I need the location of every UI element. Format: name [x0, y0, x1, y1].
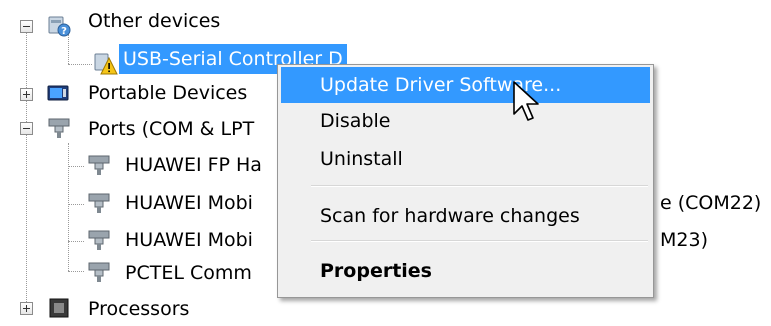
uninstall-menu-item[interactable]: Uninstall [281, 141, 650, 177]
processor-icon [46, 295, 72, 321]
port-icon [86, 227, 112, 253]
tree-connector [68, 166, 84, 167]
port-icon [46, 115, 72, 141]
context-menu: Update Driver Software... Disable Uninst… [277, 64, 654, 298]
tree-connector [26, 26, 27, 314]
category-ports[interactable]: Ports (COM & LPT [84, 114, 258, 144]
tree-connector [68, 34, 69, 64]
port-icon [86, 152, 112, 178]
update-driver-menu-item[interactable]: Update Driver Software... [281, 67, 650, 103]
tree-connector [68, 143, 69, 271]
port-item[interactable]: HUAWEI Mobi [121, 188, 257, 218]
tree-connector [68, 271, 84, 272]
disable-menu-item[interactable]: Disable [281, 103, 650, 139]
warning-device-icon [92, 50, 118, 76]
menu-separator [311, 185, 648, 187]
tree-connector [68, 204, 84, 205]
port-item[interactable]: HUAWEI Mobi [121, 225, 257, 255]
expand-toggle[interactable] [20, 88, 33, 101]
port-item-suffix: e (COM22) [660, 192, 762, 214]
category-processors[interactable]: Processors [84, 294, 193, 324]
portable-device-icon [46, 80, 72, 106]
unknown-device-icon: ? [46, 12, 72, 38]
menu-separator [311, 240, 648, 242]
category-other-devices[interactable]: Other devices [84, 6, 224, 36]
svg-text:?: ? [61, 26, 67, 37]
collapse-toggle[interactable] [20, 20, 33, 33]
port-item[interactable]: PCTEL Comm [121, 258, 256, 288]
collapse-toggle[interactable] [20, 122, 33, 135]
tree-connector [68, 64, 92, 65]
expand-toggle[interactable] [20, 302, 33, 315]
scan-hardware-menu-item[interactable]: Scan for hardware changes [281, 198, 650, 234]
port-icon [86, 259, 112, 285]
tree-connector [68, 241, 84, 242]
port-item[interactable]: HUAWEI FP Ha [121, 150, 266, 180]
mouse-pointer-icon [511, 80, 545, 126]
port-item-suffix: M23) [660, 229, 708, 251]
category-portable-devices[interactable]: Portable Devices [84, 78, 251, 108]
properties-menu-item[interactable]: Properties [281, 253, 650, 289]
port-icon [86, 190, 112, 216]
